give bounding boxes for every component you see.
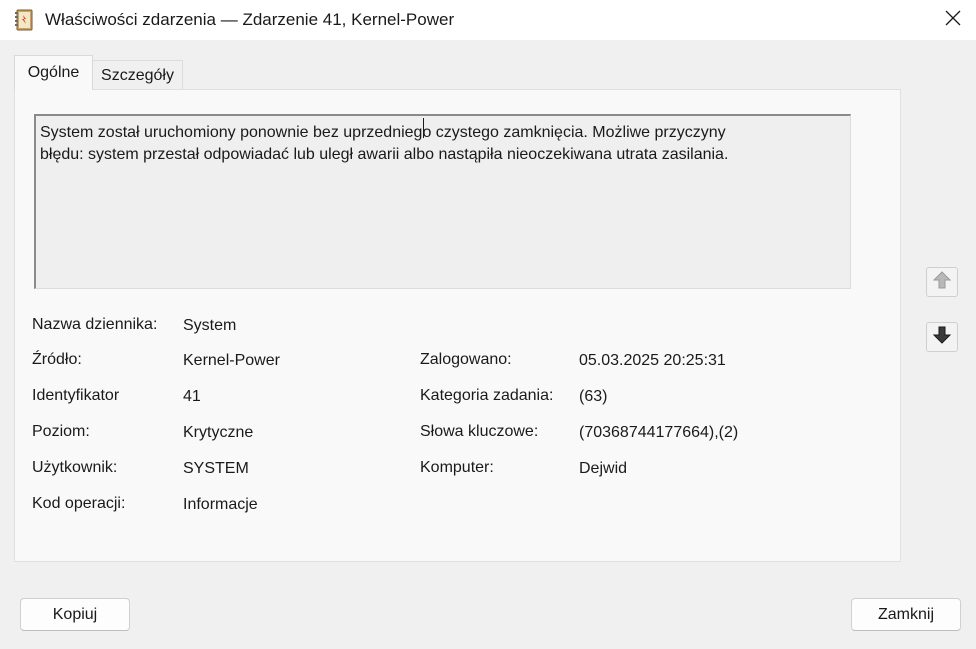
log-name-value: System: [183, 317, 237, 334]
copy-button[interactable]: Kopiuj: [20, 598, 130, 631]
tab-details[interactable]: Szczegóły: [93, 60, 183, 90]
tab-general[interactable]: Ogólne: [14, 55, 93, 90]
arrow-up-icon: [932, 270, 952, 295]
logged-value: 05.03.2025 20:25:31: [579, 352, 726, 369]
next-event-button[interactable]: [926, 322, 958, 352]
previous-event-button[interactable]: [926, 267, 958, 297]
description-line-1: System został uruchomiony ponownie bez u…: [40, 124, 726, 141]
description-line-2: błędu: system przestał odpowiadać lub ul…: [40, 146, 729, 163]
user-value: SYSTEM: [183, 460, 249, 477]
level-value: Krytyczne: [183, 424, 254, 441]
user-label: Użytkownik:: [32, 459, 118, 476]
event-id-label: Identyfikator: [32, 387, 120, 404]
task-category-value: (63): [579, 388, 608, 405]
event-id-value: 41: [183, 388, 201, 405]
title-bar: Właściwości zdarzenia — Zdarzenie 41, Ke…: [0, 0, 976, 40]
arrow-down-icon: [932, 325, 952, 350]
source-value: Kernel-Power: [183, 352, 280, 369]
event-log-icon: [14, 9, 34, 31]
logged-label: Zalogowano:: [420, 351, 512, 368]
opcode-value: Informacje: [183, 496, 258, 513]
keywords-value: (70368744177664),(2): [579, 424, 739, 441]
log-name-label: Nazwa dziennika:: [32, 316, 158, 333]
task-category-label: Kategoria zadania:: [420, 387, 554, 404]
event-properties-window: Właściwości zdarzenia — Zdarzenie 41, Ke…: [0, 0, 976, 649]
source-label: Źródło:: [32, 351, 82, 368]
close-window-button[interactable]: [930, 0, 976, 40]
keywords-label: Słowa kluczowe:: [420, 423, 539, 440]
opcode-label: Kod operacji:: [32, 495, 126, 512]
computer-value: Dejwid: [579, 460, 628, 477]
level-label: Poziom:: [32, 423, 90, 440]
window-title: Właściwości zdarzenia — Zdarzenie 41, Ke…: [45, 10, 455, 29]
computer-label: Komputer:: [420, 459, 494, 476]
text-caret: [423, 118, 424, 138]
event-description[interactable]: System został uruchomiony ponownie bez u…: [34, 114, 851, 289]
close-button[interactable]: Zamknij: [851, 598, 961, 631]
close-icon: [945, 10, 961, 31]
